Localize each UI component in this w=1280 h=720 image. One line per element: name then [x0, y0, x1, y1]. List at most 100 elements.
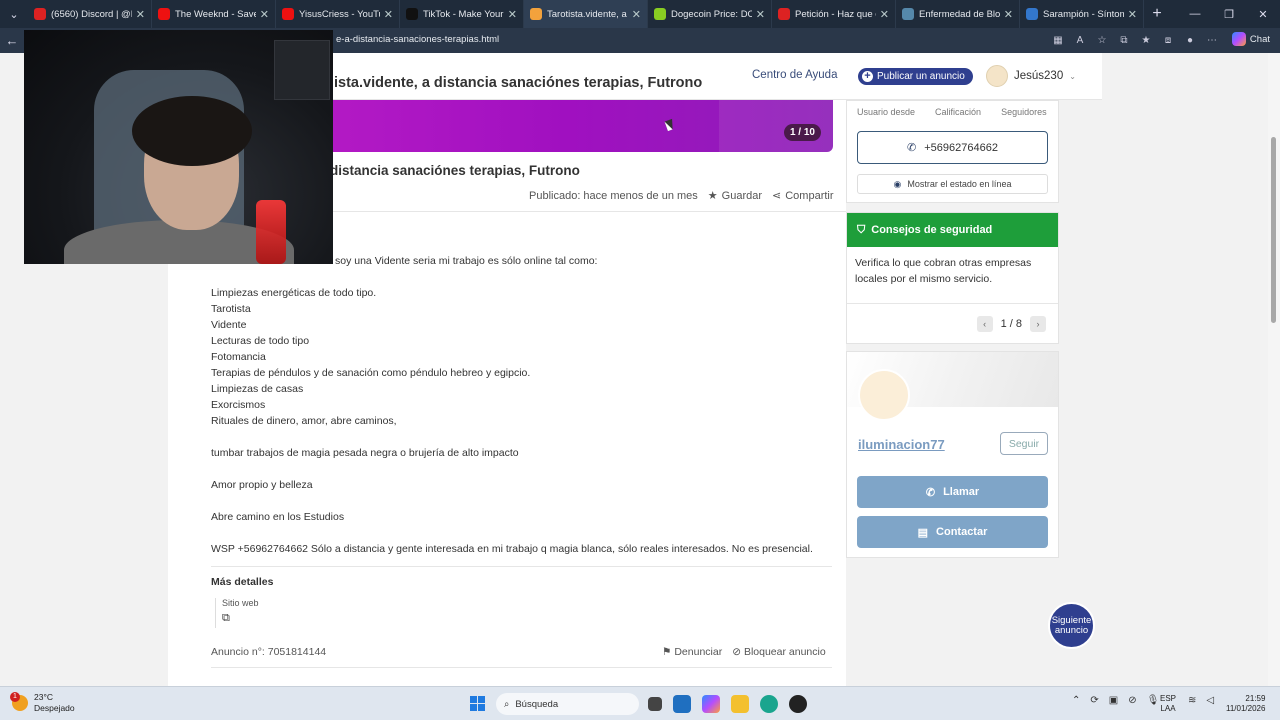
- file-explorer-icon[interactable]: [731, 695, 749, 713]
- call-button[interactable]: ✆ Llamar: [857, 476, 1048, 508]
- website-field: Sitio web ⧉: [215, 598, 259, 628]
- contact-button[interactable]: ▤ Contactar: [857, 516, 1048, 548]
- obs-icon[interactable]: [789, 695, 807, 713]
- browser-tab[interactable]: TikTok - Make Your Day ✕: [400, 0, 524, 28]
- close-tab-icon[interactable]: ✕: [136, 8, 145, 21]
- new-tab-button[interactable]: +: [1144, 5, 1170, 23]
- block-ad-button[interactable]: ⊘ Bloquear anuncio: [732, 646, 825, 658]
- divider: [211, 566, 832, 567]
- next-ad-button[interactable]: Siguiente anuncio: [1048, 602, 1095, 649]
- tab-title: The Weeknd - Save Your: [175, 8, 256, 20]
- tab-title: Sarampión - Síntomas y: [1043, 8, 1124, 20]
- report-button[interactable]: ⚑ Denunciar: [662, 646, 722, 658]
- sun-icon: 1: [10, 692, 28, 711]
- seller-contact-card: Usuario desde Calificación Seguidores ✆ +56…: [846, 100, 1059, 203]
- description-line: Limpiezas energéticas de todo tipo.: [211, 287, 377, 299]
- tab-favicon: [34, 8, 46, 20]
- copilot-icon: [1231, 32, 1246, 46]
- description-line: tumbar trabajos de magia pesada negra o …: [211, 447, 519, 459]
- chevron-down-icon: ⌄: [1069, 71, 1076, 81]
- extensions-icon[interactable]: ⧉: [1116, 32, 1132, 48]
- seller-name-link[interactable]: iluminacion77: [858, 437, 945, 452]
- temperature: 23°C: [34, 692, 53, 702]
- description-line: Abre camino en los Estudios: [211, 511, 345, 523]
- collections-icon[interactable]: ⧈: [1160, 32, 1176, 48]
- task-view-icon[interactable]: [648, 697, 662, 711]
- share-button[interactable]: ⋖ Compartir: [772, 189, 834, 203]
- chevron-up-icon[interactable]: ⌃: [1072, 695, 1080, 706]
- minimize-button[interactable]: —: [1178, 0, 1212, 28]
- vpn-icon[interactable]: ⊘: [1128, 695, 1136, 706]
- sync-icon[interactable]: ⟳: [1090, 695, 1098, 706]
- store-icon[interactable]: [673, 695, 691, 713]
- close-tab-icon[interactable]: ✕: [260, 8, 269, 21]
- seller-card: iluminacion77 Seguir ✆ Llamar ▤ Contactar: [846, 351, 1059, 558]
- app-tray-icon[interactable]: ▣: [1109, 695, 1118, 706]
- favorite-star-icon[interactable]: ☆: [1094, 32, 1110, 48]
- close-tab-icon[interactable]: ✕: [1004, 8, 1013, 21]
- copilot-app-icon[interactable]: [702, 695, 720, 713]
- follow-button[interactable]: Seguir: [1000, 432, 1048, 455]
- prev-tip-button[interactable]: ‹: [976, 315, 993, 332]
- tab-title: Dogecoin Price: DOGE L: [671, 8, 752, 20]
- browser-tab[interactable]: Tarotista.vidente, a dista ✕: [524, 0, 648, 28]
- maximize-button[interactable]: ❐: [1212, 0, 1246, 28]
- edge-icon[interactable]: [760, 695, 778, 713]
- browser-tab[interactable]: Petición - Haz que el tra ✕: [772, 0, 896, 28]
- clock[interactable]: 21:59 11/01/2026: [1226, 694, 1265, 714]
- taskbar-apps: [648, 695, 807, 713]
- browser-tab[interactable]: Dogecoin Price: DOGE L ✕: [648, 0, 772, 28]
- close-tab-icon[interactable]: ✕: [508, 8, 517, 21]
- browser-tab[interactable]: YisusCriess - YouTube ✕: [276, 0, 400, 28]
- phone-button[interactable]: ✆ +56962764662: [857, 131, 1048, 164]
- close-tab-icon[interactable]: ✕: [756, 8, 765, 21]
- apps-icon[interactable]: ▦: [1050, 32, 1066, 48]
- favorites-icon[interactable]: ★: [1138, 32, 1154, 48]
- ad-number: Anuncio n°: 7051814144: [211, 646, 327, 658]
- taskbar-search[interactable]: ⌕ Búsqueda: [496, 693, 639, 715]
- back-button[interactable]: ←: [0, 33, 24, 48]
- tab-actions-menu[interactable]: ⌄: [0, 0, 28, 28]
- close-window-button[interactable]: ✕: [1246, 0, 1280, 28]
- windows-start-icon[interactable]: [470, 696, 485, 711]
- divider: [211, 667, 832, 668]
- close-tab-icon[interactable]: ✕: [632, 8, 641, 21]
- read-aloud-icon[interactable]: A: [1072, 32, 1088, 48]
- close-tab-icon[interactable]: ✕: [880, 8, 889, 21]
- next-tip-button[interactable]: ›: [1030, 315, 1046, 332]
- show-online-status-button[interactable]: ◉ Mostrar el estado en línea: [857, 174, 1048, 194]
- tab-favicon: [282, 8, 294, 20]
- seller-stats: Usuario desde Calificación Seguidores: [857, 107, 1047, 117]
- more-icon[interactable]: ⋯: [1204, 32, 1220, 48]
- weather-widget[interactable]: 1 23°C Despejado: [10, 692, 75, 714]
- wifi-icon: ≋: [1188, 695, 1197, 706]
- scrollbar-thumb[interactable]: [1271, 137, 1276, 323]
- browser-tab[interactable]: (6560) Discord | @Fidis ✕: [28, 0, 152, 28]
- browser-tab[interactable]: The Weeknd - Save Your ✕: [152, 0, 276, 28]
- save-button[interactable]: ★ Guardar: [708, 189, 762, 203]
- browser-tab[interactable]: Sarampión - Síntomas y ✕: [1020, 0, 1144, 28]
- help-center-link[interactable]: Centro de Ayuda: [752, 69, 837, 81]
- microphone-icon[interactable]: 🎙: [1147, 695, 1160, 706]
- browser-tab[interactable]: Enfermedad de Blount: ✕: [896, 0, 1020, 28]
- language-indicator[interactable]: ESP LAA: [1160, 694, 1176, 714]
- windows-taskbar: 1 23°C Despejado ⌕ Búsqueda ⌃ ⟳ ▣ ⊘ 🎙 ESP L…: [0, 686, 1280, 720]
- background-shelf: [274, 40, 330, 100]
- tab-title: YisusCriess - YouTube: [299, 8, 380, 20]
- close-tab-icon[interactable]: ✕: [384, 8, 393, 21]
- user-menu[interactable]: Jesús230 ⌄: [986, 65, 1076, 87]
- toolbar-icons: ▦ A ☆ ⧉ ★ ⧈ ● ⋯: [1050, 32, 1220, 48]
- publish-ad-button[interactable]: + Publicar un anuncio: [858, 68, 973, 85]
- description-line: WSP +56962764662 Sólo a distancia y gent…: [211, 543, 813, 555]
- description-line: Rituales de dinero, amor, abre caminos,: [211, 415, 397, 427]
- page-scrollbar[interactable]: [1268, 53, 1280, 686]
- tab-favicon: [902, 8, 914, 20]
- network-volume[interactable]: ≋ ◁: [1188, 695, 1214, 706]
- url-field[interactable]: e-a-distancia-sanaciones-terapias.html: [336, 34, 499, 45]
- copilot-chat-button[interactable]: Chat: [1231, 32, 1270, 46]
- external-link-icon[interactable]: ⧉: [222, 612, 259, 625]
- close-tab-icon[interactable]: ✕: [1128, 8, 1137, 21]
- tab-favicon: [406, 8, 418, 20]
- phone-icon: ✆: [907, 142, 917, 154]
- profile-icon[interactable]: ●: [1182, 32, 1198, 48]
